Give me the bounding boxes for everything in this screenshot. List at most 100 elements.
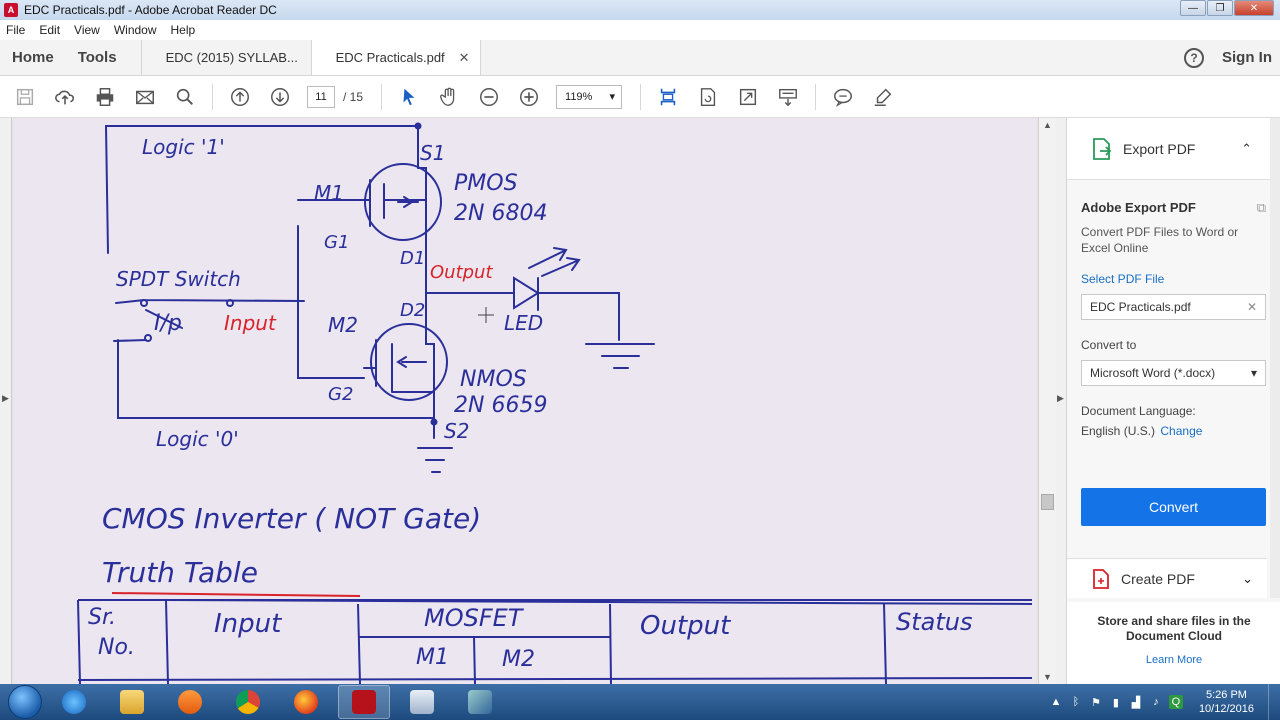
maximize-button[interactable]: ❐ [1207,0,1233,16]
scroll-down-icon[interactable]: ▼ [1043,672,1052,682]
toolbar-divider [640,83,642,110]
menu-view[interactable]: View [74,23,100,37]
tab-edc-practicals[interactable]: EDC Practicals.pdf ✕ [310,40,481,75]
zoom-in-icon[interactable] [516,84,542,110]
home-tab[interactable]: Home [0,40,66,75]
menu-file[interactable]: File [6,23,25,37]
close-window-button[interactable]: ✕ [1234,0,1274,16]
network-icon[interactable]: ▟ [1129,695,1143,709]
create-pdf-header[interactable]: Create PDF ⌄ [1067,558,1267,598]
show-hidden-icons-icon[interactable]: ▲ [1049,695,1063,709]
document-language-label: Document Language: [1081,404,1196,418]
export-pdf-label: Export PDF [1123,140,1196,157]
toolbar-divider [381,83,383,110]
fit-page-icon[interactable] [735,84,761,110]
close-tab-icon[interactable]: ✕ [459,50,470,66]
header-m2: M2 [502,647,535,672]
chevron-up-icon[interactable]: ⌃ [1241,141,1252,157]
label-logic-0: Logic '0' [156,427,239,451]
learn-more-link[interactable]: Learn More [1067,654,1280,666]
selected-file-name: EDC Practicals.pdf [1090,300,1191,314]
header-mosfet: MOSFET [424,604,525,632]
minimize-button[interactable]: — [1180,0,1206,16]
hand-tool-icon[interactable] [436,84,462,110]
scroll-up-icon[interactable]: ▲ [1043,120,1052,130]
change-language-link[interactable]: Change [1160,424,1202,438]
document-viewport[interactable]: ▶ Logic '1' S1 M1 PMOS 2N 6804 G1 D1 SPD… [0,118,1066,684]
window-app-icon [410,690,434,714]
page-number-input[interactable]: 11 [307,85,335,108]
email-icon[interactable] [132,84,158,110]
save-icon[interactable] [12,84,38,110]
taskbar-app-window[interactable] [396,685,448,719]
tab-bar: Home Tools EDC (2015) SYLLAB... EDC Prac… [0,40,1280,76]
tools-tab[interactable]: Tools [66,40,129,75]
heading-cmos-inverter: CMOS Inverter ( NOT Gate) [102,502,481,535]
label-g2: G2 [328,384,353,405]
taskbar-network-app[interactable] [454,685,506,719]
label-pmos-part: 2N 6804 [454,201,547,226]
taskbar-internet-explorer[interactable] [48,685,100,719]
copy-icon[interactable]: ⧉ [1257,200,1266,216]
selected-file-field[interactable]: EDC Practicals.pdf ✕ [1081,294,1266,320]
start-button[interactable] [8,685,42,719]
zoom-level-dropdown[interactable]: 119% ▾ [556,84,623,109]
help-icon[interactable]: ? [1184,47,1204,68]
bluetooth-icon[interactable]: ᛒ [1069,695,1083,709]
show-desktop-button[interactable] [1268,684,1280,720]
tab-edc-syllabus[interactable]: EDC (2015) SYLLAB... [140,40,311,75]
print-icon[interactable] [92,84,118,110]
export-pdf-header[interactable]: Export PDF ⌃ [1067,118,1280,180]
acrobat-icon [352,690,376,714]
convert-to-dropdown[interactable]: Microsoft Word (*.docx) ▾ [1081,360,1266,386]
taskbar-firefox[interactable] [280,685,332,719]
scrollbar-thumb[interactable] [1041,494,1054,510]
tab-label: EDC (2015) SYLLAB... [165,50,298,65]
network-app-icon [468,690,492,714]
label-spdt-switch: SPDT Switch [116,267,241,291]
upload-cloud-icon[interactable] [52,84,78,110]
sign-in-button[interactable]: Sign In [1222,49,1272,66]
highlight-pen-icon[interactable] [870,84,896,110]
volume-icon[interactable]: ♪ [1149,695,1163,709]
circuit-drawing: Logic '1' S1 M1 PMOS 2N 6804 G1 D1 SPDT … [77,122,1033,684]
select-pdf-file-link[interactable]: Select PDF File [1081,272,1266,286]
expand-left-icon: ▶ [2,393,9,403]
pdf-page[interactable]: Logic '1' S1 M1 PMOS 2N 6804 G1 D1 SPDT … [14,118,1036,684]
convert-button[interactable]: Convert [1081,488,1266,526]
app-q-icon[interactable]: Q [1168,695,1183,709]
taskbar-acrobat-reader[interactable] [338,685,390,719]
select-cursor-icon[interactable] [396,84,422,110]
vertical-scrollbar[interactable]: ▲ ▼ [1038,118,1056,684]
taskbar-file-explorer[interactable] [106,685,158,719]
scrolling-mode-icon[interactable] [655,84,681,110]
keyboard-tools-icon[interactable] [775,84,801,110]
search-icon[interactable] [172,84,198,110]
left-pane-collapse[interactable]: ▶ [0,118,12,684]
menu-window[interactable]: Window [114,23,157,37]
tools-pane-scrollbar[interactable] [1270,118,1280,598]
tools-pane: Export PDF ⌃ Adobe Export PDF ⧉ Convert P… [1066,118,1280,684]
next-page-icon[interactable] [267,84,293,110]
power-icon[interactable]: ▮ [1109,695,1123,709]
chevron-down-icon: ⌄ [1242,570,1253,586]
clock[interactable]: 5:26 PM 10/12/2016 [1199,688,1254,716]
taskbar-chrome[interactable] [222,685,274,719]
collapse-right-icon: ▶ [1057,393,1064,403]
menu-edit[interactable]: Edit [39,23,60,37]
convert-to-label: Convert to [1081,338,1137,352]
menu-help[interactable]: Help [171,23,196,37]
flag-icon[interactable]: ⚑ [1089,695,1103,709]
label-g1: G1 [324,232,349,253]
label-nmos-part: 2N 6659 [454,393,547,418]
zoom-out-icon[interactable] [476,84,502,110]
clear-file-icon[interactable]: ✕ [1247,300,1257,314]
taskbar-media-player[interactable] [164,685,216,719]
label-led: LED [504,311,543,335]
acrobat-app-icon: A [4,3,18,17]
comment-icon[interactable] [830,84,856,110]
right-pane-collapse[interactable]: ▶ [1056,118,1066,684]
rotate-view-icon[interactable] [695,84,721,110]
previous-page-icon[interactable] [227,84,253,110]
export-pdf-body: Adobe Export PDF ⧉ Convert PDF Files to W… [1067,180,1280,526]
